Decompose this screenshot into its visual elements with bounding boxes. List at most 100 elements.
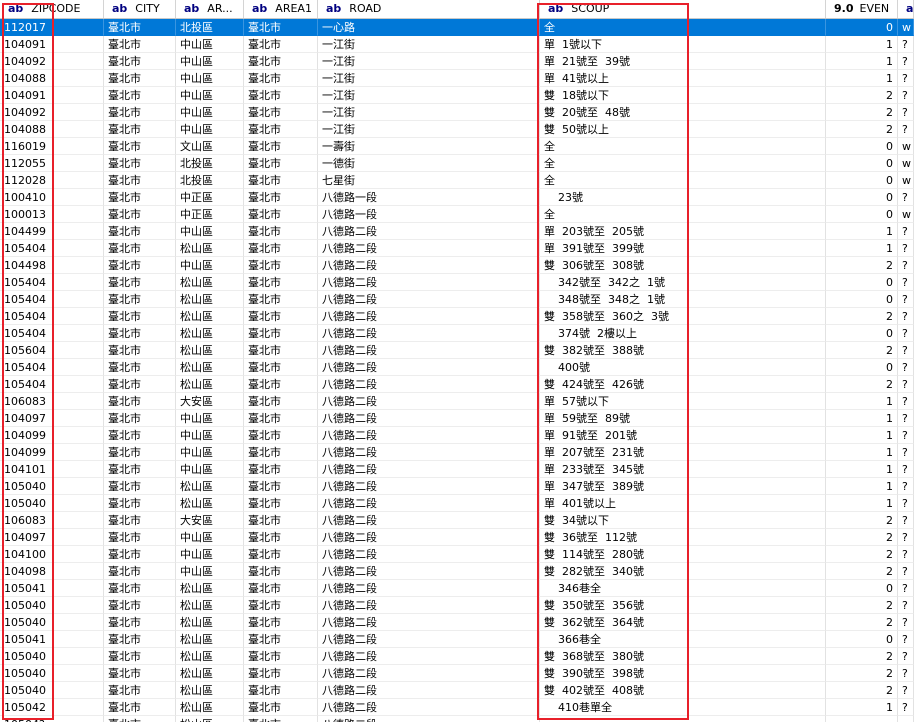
cell-area[interactable]: 松山區: [176, 682, 244, 699]
cell-even[interactable]: 1: [826, 393, 898, 410]
cell-area1[interactable]: 臺北市: [244, 70, 318, 87]
cell-area1[interactable]: 臺北市: [244, 410, 318, 427]
cell-even[interactable]: 1: [826, 427, 898, 444]
cell-scoup[interactable]: 單 347號至 389號: [540, 478, 826, 495]
cell-area[interactable]: 中山區: [176, 410, 244, 427]
cell-area[interactable]: 松山區: [176, 274, 244, 291]
cell-even[interactable]: 1: [826, 461, 898, 478]
cell-even[interactable]: 2: [826, 563, 898, 580]
cell-scoup[interactable]: [540, 716, 826, 722]
cell-extra[interactable]: ?: [898, 444, 914, 461]
table-row[interactable]: 104092 臺北市 中山區 臺北市 一江街雙 20號至 48號 2?: [0, 104, 914, 121]
cell-area1[interactable]: 臺北市: [244, 563, 318, 580]
cell-city[interactable]: 臺北市: [104, 87, 176, 104]
cell-extra[interactable]: ?: [898, 359, 914, 376]
cell-area1[interactable]: 臺北市: [244, 648, 318, 665]
cell-zipcode[interactable]: 112017: [0, 19, 104, 36]
cell-even[interactable]: 2: [826, 376, 898, 393]
cell-scoup[interactable]: 單 203號至 205號: [540, 223, 826, 240]
cell-area[interactable]: 中山區: [176, 427, 244, 444]
cell-zipcode[interactable]: 106083: [0, 393, 104, 410]
cell-extra[interactable]: ?: [898, 631, 914, 648]
table-row[interactable]: 105040 臺北市 松山區 臺北市 八德路二段雙 390號至 398號 2?: [0, 665, 914, 682]
cell-even[interactable]: 0: [826, 172, 898, 189]
cell-area[interactable]: 中山區: [176, 563, 244, 580]
cell-area1[interactable]: 臺北市: [244, 478, 318, 495]
cell-extra[interactable]: ?: [898, 529, 914, 546]
cell-scoup[interactable]: 雙 390號至 398號: [540, 665, 826, 682]
cell-zipcode[interactable]: 105040: [0, 495, 104, 512]
cell-extra[interactable]: ?: [898, 53, 914, 70]
cell-city[interactable]: 臺北市: [104, 342, 176, 359]
cell-zipcode[interactable]: 105040: [0, 597, 104, 614]
table-row[interactable]: 106083 臺北市 大安區 臺北市 八德路二段單 57號以下 1?: [0, 393, 914, 410]
cell-zipcode[interactable]: 105041: [0, 631, 104, 648]
cell-area1[interactable]: 臺北市: [244, 206, 318, 223]
cell-even[interactable]: 1: [826, 36, 898, 53]
cell-scoup[interactable]: 366巷全: [540, 631, 826, 648]
cell-extra[interactable]: ?: [898, 614, 914, 631]
table-row[interactable]: 104097 臺北市 中山區 臺北市 八德路二段單 59號至 89號 1?: [0, 410, 914, 427]
cell-road[interactable]: 一江街: [318, 87, 540, 104]
cell-extra[interactable]: w: [898, 206, 914, 223]
cell-area[interactable]: 松山區: [176, 342, 244, 359]
cell-extra[interactable]: ?: [898, 546, 914, 563]
cell-road[interactable]: 一江街: [318, 53, 540, 70]
cell-road[interactable]: 八德路二段: [318, 580, 540, 597]
cell-zipcode[interactable]: 104088: [0, 70, 104, 87]
cell-city[interactable]: 臺北市: [104, 223, 176, 240]
cell-zipcode[interactable]: 104092: [0, 104, 104, 121]
cell-road[interactable]: 八德路二段: [318, 648, 540, 665]
cell-even[interactable]: 2: [826, 682, 898, 699]
cell-zipcode[interactable]: 104088: [0, 121, 104, 138]
cell-zipcode[interactable]: 105404: [0, 308, 104, 325]
cell-city[interactable]: 臺北市: [104, 393, 176, 410]
table-row[interactable]: 104101 臺北市 中山區 臺北市 八德路二段單 233號至 345號 1?: [0, 461, 914, 478]
cell-area1[interactable]: 臺北市: [244, 427, 318, 444]
cell-scoup[interactable]: 單 59號至 89號: [540, 410, 826, 427]
cell-road[interactable]: 八德路二段: [318, 495, 540, 512]
cell-even[interactable]: 1: [826, 495, 898, 512]
cell-area[interactable]: 松山區: [176, 699, 244, 716]
cell-area1[interactable]: 臺北市: [244, 104, 318, 121]
cell-scoup[interactable]: 雙 34號以下: [540, 512, 826, 529]
cell-road[interactable]: 八德路二段: [318, 308, 540, 325]
cell-area[interactable]: 松山區: [176, 376, 244, 393]
table-row[interactable]: 104088 臺北市 中山區 臺北市 一江街雙 50號以上 2?: [0, 121, 914, 138]
cell-city[interactable]: 臺北市: [104, 631, 176, 648]
table-row[interactable]: 105040 臺北市 松山區 臺北市 八德路二段單 347號至 389號 1?: [0, 478, 914, 495]
cell-scoup[interactable]: 全: [540, 172, 826, 189]
cell-even[interactable]: 2: [826, 529, 898, 546]
cell-city[interactable]: 臺北市: [104, 478, 176, 495]
cell-city[interactable]: 臺北市: [104, 70, 176, 87]
cell-even[interactable]: 1: [826, 699, 898, 716]
cell-zipcode[interactable]: 104097: [0, 410, 104, 427]
cell-even[interactable]: 0: [826, 155, 898, 172]
cell-extra[interactable]: ?: [898, 580, 914, 597]
cell-scoup[interactable]: 342號至 342之 1號: [540, 274, 826, 291]
table-row[interactable]: 104097 臺北市 中山區 臺北市 八德路二段雙 36號至 112號 2?: [0, 529, 914, 546]
cell-road[interactable]: 八德路二段: [318, 342, 540, 359]
cell-even[interactable]: 2: [826, 546, 898, 563]
cell-area1[interactable]: 臺北市: [244, 631, 318, 648]
cell-zipcode[interactable]: 105404: [0, 359, 104, 376]
cell-zipcode[interactable]: 104091: [0, 87, 104, 104]
cell-road[interactable]: 八德路二段: [318, 393, 540, 410]
table-row[interactable]: 104498 臺北市 中山區 臺北市 八德路二段雙 306號至 308號 2?: [0, 257, 914, 274]
cell-even[interactable]: 2: [826, 614, 898, 631]
cell-scoup[interactable]: 374號 2樓以上: [540, 325, 826, 342]
cell-extra[interactable]: ?: [898, 70, 914, 87]
cell-zipcode[interactable]: 100410: [0, 189, 104, 206]
cell-scoup[interactable]: 單 41號以上: [540, 70, 826, 87]
cell-road[interactable]: 八德路二段: [318, 716, 540, 722]
cell-area1[interactable]: 臺北市: [244, 614, 318, 631]
cell-extra[interactable]: ?: [898, 478, 914, 495]
table-row[interactable]: 105040 臺北市 松山區 臺北市 八德路二段雙 350號至 356號 2?: [0, 597, 914, 614]
cell-zipcode[interactable]: 104101: [0, 461, 104, 478]
cell-area[interactable]: 北投區: [176, 19, 244, 36]
cell-scoup[interactable]: 單 57號以下: [540, 393, 826, 410]
cell-area[interactable]: 大安區: [176, 512, 244, 529]
cell-area[interactable]: 中山區: [176, 461, 244, 478]
cell-area[interactable]: 中正區: [176, 206, 244, 223]
cell-scoup[interactable]: 單 207號至 231號: [540, 444, 826, 461]
